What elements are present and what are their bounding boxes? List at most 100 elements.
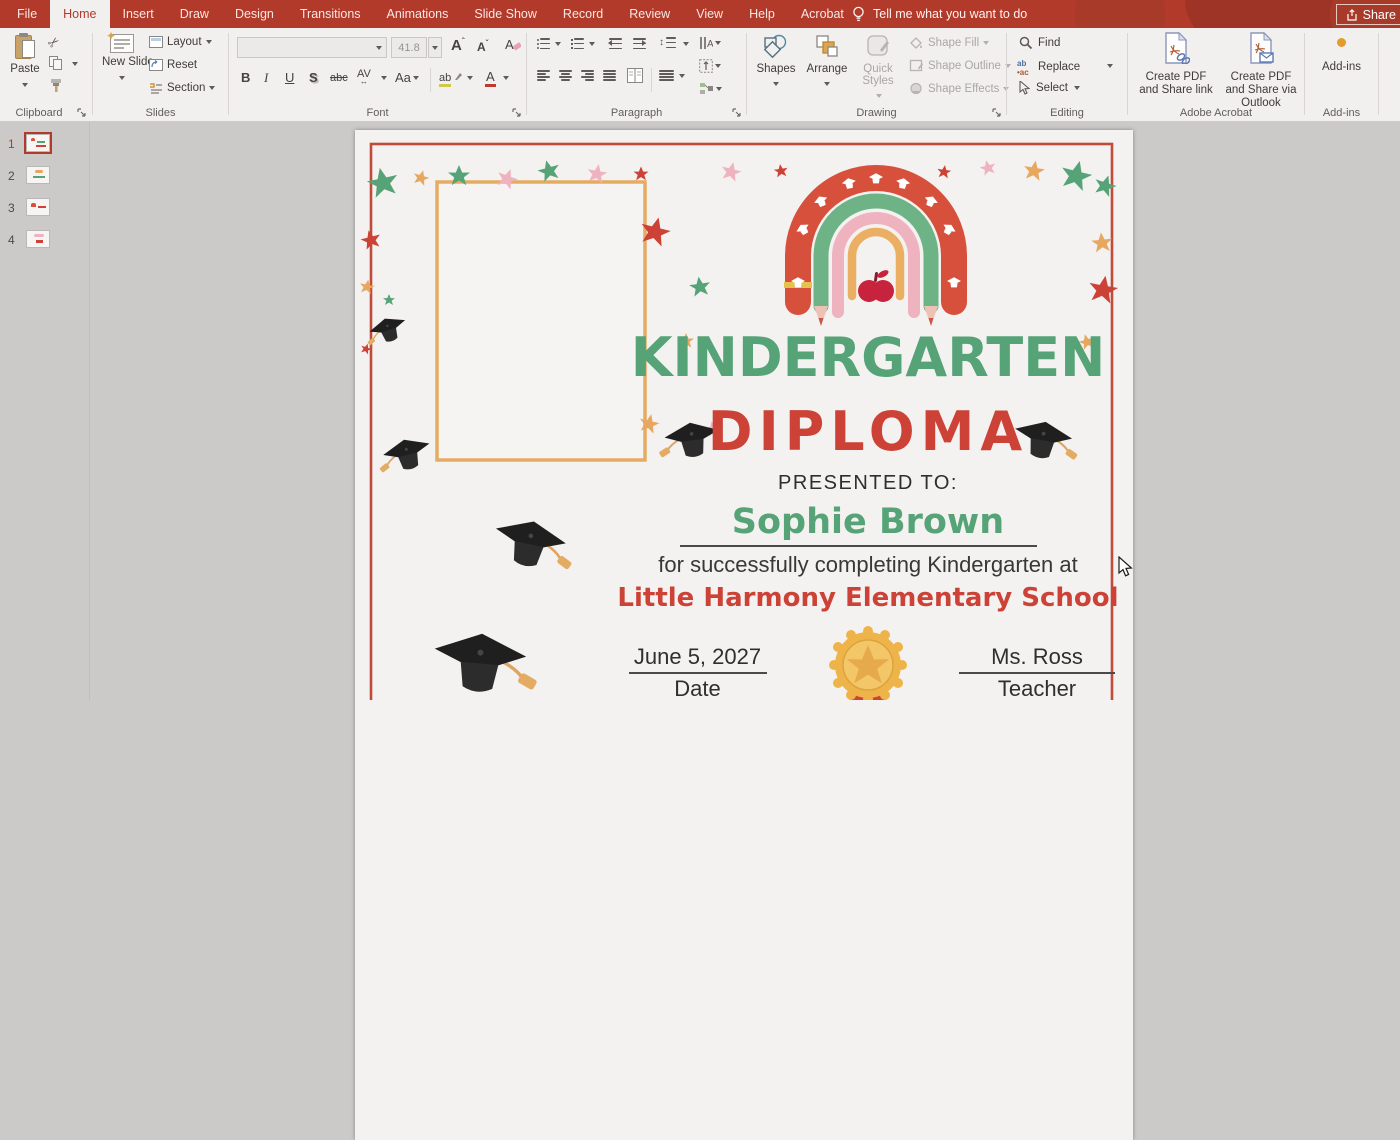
replace-dropdown[interactable] bbox=[1107, 64, 1113, 68]
align-right-button[interactable] bbox=[581, 70, 594, 81]
tab-slide-show[interactable]: Slide Show bbox=[461, 0, 550, 28]
find-button[interactable]: Find bbox=[1019, 36, 1060, 50]
decrease-indent-button[interactable] bbox=[609, 38, 622, 49]
date-label[interactable]: Date bbox=[620, 676, 775, 702]
new-slide-dropdown[interactable] bbox=[119, 76, 125, 80]
paragraph-dialog-launcher[interactable] bbox=[732, 108, 742, 118]
arrange-button[interactable]: Arrange bbox=[803, 34, 851, 93]
shrink-font-button[interactable]: Aˇ bbox=[477, 39, 488, 54]
create-pdf-outlook-button[interactable]: Create PDF and Share via Outlook bbox=[1220, 32, 1302, 110]
font-dialog-launcher[interactable] bbox=[512, 108, 522, 118]
cut-icon[interactable]: ✂ bbox=[44, 32, 64, 53]
clear-formatting-button[interactable]: A bbox=[505, 37, 521, 56]
increase-indent-button[interactable] bbox=[633, 38, 646, 49]
smartart-button[interactable] bbox=[699, 82, 722, 96]
teacher-label[interactable]: Teacher bbox=[957, 676, 1117, 702]
tab-insert[interactable]: Insert bbox=[110, 0, 167, 28]
highlight-dropdown[interactable] bbox=[467, 76, 473, 80]
slide-thumbnail-1[interactable]: 1 bbox=[0, 133, 90, 159]
tab-home[interactable]: Home bbox=[50, 0, 109, 28]
numbering-button[interactable] bbox=[571, 38, 584, 49]
bullets-dropdown[interactable] bbox=[555, 42, 561, 46]
tab-review[interactable]: Review bbox=[616, 0, 683, 28]
underline-button[interactable]: U bbox=[285, 70, 294, 85]
grow-font-button[interactable]: Aˆ bbox=[451, 37, 465, 54]
paste-button[interactable]: Paste bbox=[8, 34, 42, 93]
section-button[interactable]: Section bbox=[149, 82, 215, 94]
shadow-button[interactable]: S bbox=[309, 70, 318, 85]
arrange-dropdown[interactable] bbox=[824, 82, 830, 86]
select-button[interactable]: Select bbox=[1019, 81, 1080, 95]
shapes-dropdown[interactable] bbox=[773, 82, 779, 86]
reset-button[interactable]: Reset bbox=[149, 59, 197, 71]
font-color-button[interactable]: A bbox=[485, 68, 496, 86]
school-name[interactable]: Little Harmony Elementary School bbox=[593, 583, 1143, 613]
italic-button[interactable]: I bbox=[264, 70, 268, 86]
slide-thumbnail-image[interactable] bbox=[26, 198, 50, 216]
tab-acrobat[interactable]: Acrobat bbox=[788, 0, 857, 28]
create-pdf-share-link-button[interactable]: Create PDF and Share link bbox=[1136, 32, 1216, 97]
copy-dropdown[interactable] bbox=[72, 62, 78, 66]
tab-record[interactable]: Record bbox=[550, 0, 616, 28]
character-spacing-button[interactable]: AV ↔ bbox=[357, 68, 371, 86]
teacher-value[interactable]: Ms. Ross bbox=[957, 644, 1117, 670]
certificate-title-line2[interactable]: DIPLOMA bbox=[593, 400, 1143, 463]
addins-button[interactable]: Add-ins bbox=[1305, 36, 1378, 73]
new-slide-button[interactable]: ✦ New Slide bbox=[101, 34, 143, 87]
strikethrough-button[interactable]: abc bbox=[330, 72, 348, 84]
share-button[interactable]: Share bbox=[1336, 4, 1400, 25]
slide-thumbnail-image[interactable] bbox=[26, 134, 50, 152]
font-size-combo[interactable]: 41.8 bbox=[391, 37, 427, 58]
tab-view[interactable]: View bbox=[683, 0, 736, 28]
tell-me-box[interactable]: Tell me what you want to do bbox=[852, 0, 1027, 28]
bullets-button[interactable] bbox=[537, 38, 550, 49]
student-name-underline bbox=[680, 545, 1037, 547]
slide-thumbnail-image[interactable] bbox=[26, 230, 50, 248]
numbering-dropdown[interactable] bbox=[589, 42, 595, 46]
tab-file[interactable]: File bbox=[4, 0, 50, 28]
drawing-dialog-launcher[interactable] bbox=[992, 108, 1002, 118]
student-name[interactable]: Sophie Brown bbox=[618, 502, 1118, 542]
quick-styles-button[interactable]: Quick Styles bbox=[855, 34, 903, 105]
paste-dropdown[interactable] bbox=[22, 83, 28, 87]
justify-button[interactable] bbox=[603, 70, 616, 81]
line-spacing-dropdown[interactable] bbox=[683, 42, 689, 46]
layout-button[interactable]: Layout bbox=[149, 36, 212, 48]
replace-button[interactable]: ab •ac Replace bbox=[1017, 58, 1080, 76]
font-name-dropdown[interactable] bbox=[376, 46, 382, 50]
slide-thumbnail-image[interactable] bbox=[26, 166, 50, 184]
bold-button[interactable]: B bbox=[241, 70, 250, 85]
columns-button[interactable] bbox=[659, 70, 674, 81]
line-spacing-button[interactable]: ↕ bbox=[659, 37, 676, 48]
tab-help[interactable]: Help bbox=[736, 0, 788, 28]
tab-draw[interactable]: Draw bbox=[167, 0, 222, 28]
align-text-button[interactable] bbox=[699, 59, 721, 73]
align-center-button[interactable] bbox=[559, 70, 572, 81]
change-case-button[interactable]: Aa bbox=[395, 70, 411, 85]
tab-animations[interactable]: Animations bbox=[374, 0, 462, 28]
slide-thumbnail-2[interactable]: 2 bbox=[0, 165, 90, 191]
text-direction-button[interactable]: A bbox=[699, 36, 721, 50]
character-spacing-dropdown[interactable] bbox=[381, 76, 387, 80]
clipboard-dialog-launcher[interactable] bbox=[77, 108, 87, 118]
highlight-button[interactable]: ab bbox=[439, 68, 464, 86]
completion-text[interactable]: for successfully completing Kindergarten… bbox=[593, 552, 1143, 578]
tab-transitions[interactable]: Transitions bbox=[287, 0, 374, 28]
tab-design[interactable]: Design bbox=[222, 0, 287, 28]
columns-dropdown[interactable] bbox=[679, 74, 685, 78]
certificate-title-line1[interactable]: KINDERGARTEN bbox=[593, 326, 1143, 389]
change-case-dropdown[interactable] bbox=[413, 76, 419, 80]
font-color-dropdown[interactable] bbox=[503, 76, 509, 80]
font-name-combo[interactable] bbox=[237, 37, 387, 58]
align-left-button[interactable] bbox=[537, 70, 550, 81]
date-value[interactable]: June 5, 2027 bbox=[620, 644, 775, 670]
font-size-dropdown[interactable] bbox=[428, 37, 442, 58]
slide-thumbnail-4[interactable]: 4 bbox=[0, 229, 90, 255]
columns-merge-icon[interactable] bbox=[627, 68, 643, 88]
presented-to-label[interactable]: PRESENTED TO: bbox=[618, 472, 1118, 495]
shapes-button[interactable]: Shapes bbox=[753, 34, 799, 93]
format-painter-icon[interactable] bbox=[49, 78, 64, 98]
slide-canvas[interactable] bbox=[355, 130, 1133, 1140]
copy-icon[interactable] bbox=[49, 56, 63, 70]
slide-thumbnail-3[interactable]: 3 bbox=[0, 197, 90, 223]
